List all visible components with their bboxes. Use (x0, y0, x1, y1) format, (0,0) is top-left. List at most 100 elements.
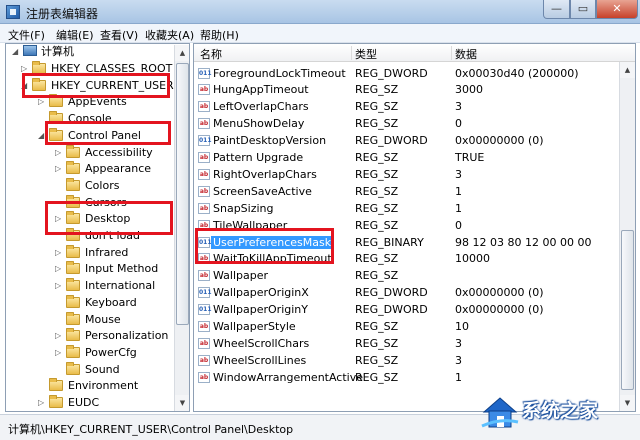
expand-arrow-icon[interactable]: ▷ (55, 327, 61, 344)
tree-item-label: Mouse (85, 312, 121, 326)
menu-edit[interactable]: 编辑(E) (56, 27, 94, 43)
tree-item-label: Sound (85, 362, 120, 376)
menu-file[interactable]: 文件(F) (8, 27, 45, 43)
string-value-icon: ab (198, 84, 210, 96)
tree-item-label: Infrared (85, 245, 129, 259)
value-data: 0x00030d40 (200000) (455, 66, 579, 80)
close-button[interactable]: ✕ (596, 0, 638, 19)
value-name-cell: LeftOverlapChars (213, 98, 309, 115)
tree-item[interactable]: ▷ Input Method (6, 260, 174, 277)
column-header-data[interactable]: 数据 (455, 46, 477, 62)
list-item[interactable]: ab WindowArrangementActive REG_SZ 1 (194, 369, 619, 386)
value-name-cell: WheelScrollChars (213, 335, 309, 352)
list-item[interactable]: ab RightOverlapChars REG_SZ 3 (194, 166, 619, 183)
tree-scroll-thumb[interactable] (176, 63, 189, 325)
string-value-icon: ab (198, 321, 210, 332)
value-name: PaintDesktopVersion (213, 134, 327, 148)
expand-arrow-icon[interactable]: ▷ (38, 394, 44, 411)
expand-arrow-icon[interactable]: ▷ (55, 260, 61, 277)
string-value-icon: ab (198, 152, 210, 163)
column-divider[interactable] (351, 46, 352, 60)
string-value-icon: ab (198, 118, 210, 130)
expand-arrow-icon[interactable]: ▷ (55, 144, 61, 161)
value-type: REG_SZ (355, 320, 399, 333)
menu-favorites[interactable]: 收藏夹(A) (145, 27, 194, 43)
tree-item[interactable]: ▷ Personalization (6, 327, 174, 344)
computer-icon (23, 45, 37, 56)
string-value-icon: ab (198, 185, 210, 197)
status-path: 计算机\HKEY_CURRENT_USER\Control Panel\Desk… (8, 423, 294, 436)
list-item[interactable]: ab WheelScrollLines REG_SZ 3 (194, 352, 619, 369)
tree-item[interactable]: ▷ EUDC (6, 394, 174, 411)
binary-value-icon: 011 (198, 304, 212, 316)
expand-arrow-icon[interactable]: ▷ (55, 344, 61, 361)
list-header: 名称 类型 数据 (194, 44, 635, 62)
expand-arrow-icon[interactable]: ▷ (55, 244, 61, 261)
string-value-icon: ab (198, 168, 210, 180)
menu-view[interactable]: 查看(V) (100, 27, 138, 43)
tree-scrollbar[interactable]: ▲ ▼ (174, 45, 189, 411)
list-item[interactable]: ab HungAppTimeout REG_SZ 3000 (194, 81, 619, 98)
list-item[interactable]: ab ScreenSaveActive REG_SZ 1 (194, 183, 619, 200)
tree-item[interactable]: Keyboard (6, 294, 174, 311)
folder-icon (49, 395, 63, 408)
list-item[interactable]: ab MenuShowDelay REG_SZ 0 (194, 115, 619, 132)
list-item[interactable]: ab Wallpaper REG_SZ (194, 267, 619, 284)
tree-item[interactable]: ▷ PowerCfg (6, 344, 174, 361)
string-value-icon: ab (198, 202, 210, 214)
list-item[interactable]: 011 PaintDesktopVersion REG_DWORD 0x0000000… (194, 132, 619, 149)
list-item[interactable]: 011 ForegroundLockTimeout REG_DWORD 0x00030… (194, 65, 619, 82)
tree-item[interactable]: Colors (6, 177, 174, 194)
value-data: 1 (455, 370, 462, 384)
list-item[interactable]: 011 WallpaperOriginX REG_DWORD 0x00000000 (… (194, 284, 619, 301)
tree-item[interactable]: ▷ Appearance (6, 160, 174, 177)
value-name: LeftOverlapChars (213, 100, 309, 114)
folder-icon (49, 94, 63, 108)
column-header-name[interactable]: 名称 (200, 46, 222, 62)
watermark: 系统之家 (480, 390, 640, 440)
column-header-type[interactable]: 类型 (355, 46, 377, 62)
list-item[interactable]: ab LeftOverlapChars REG_SZ 3 (194, 98, 619, 115)
expand-arrow-icon[interactable]: ▷ (55, 160, 61, 177)
scroll-down-arrow-icon[interactable]: ▼ (175, 395, 189, 411)
list-item[interactable]: ab WallpaperStyle REG_SZ 10 (194, 318, 619, 335)
column-divider[interactable] (451, 46, 452, 60)
tree-item[interactable]: Environment (6, 377, 174, 394)
value-data: 1 (455, 184, 462, 198)
scroll-up-arrow-icon[interactable]: ▲ (175, 45, 189, 61)
tree-item[interactable]: ▷ Accessibility (6, 144, 174, 161)
string-value-icon: ab (198, 354, 210, 366)
folder-icon (49, 378, 63, 392)
list-item[interactable]: 011 WallpaperOriginY REG_DWORD 0x00000000 (… (194, 301, 619, 318)
list-scrollbar[interactable]: ▲ ▼ (619, 62, 635, 411)
collapse-arrow-icon[interactable]: ◢ (12, 44, 18, 60)
tree-item[interactable]: Mouse (6, 311, 174, 328)
tree-item[interactable]: Sound (6, 361, 174, 378)
folder-icon (66, 244, 80, 258)
collapse-arrow-icon[interactable]: ◢ (38, 127, 44, 144)
regedit-app-icon (6, 5, 20, 19)
value-name-cell: SnapSizing (213, 200, 274, 217)
value-type: REG_DWORD (355, 303, 428, 317)
string-value-icon: ab (198, 101, 210, 113)
value-type: REG_SZ (355, 100, 399, 114)
minimize-button[interactable]: — (543, 0, 570, 19)
tree-item[interactable]: ▷ International (6, 277, 174, 294)
folder-icon (66, 294, 80, 308)
value-name: Wallpaper (213, 269, 269, 283)
maximize-button[interactable]: ▭ (570, 0, 596, 19)
value-name-cell: MenuShowDelay (213, 115, 304, 132)
list-item[interactable]: ab SnapSizing REG_SZ 1 (194, 200, 619, 217)
menu-help[interactable]: 帮助(H) (200, 27, 239, 43)
string-value-icon: ab (198, 371, 210, 383)
scroll-up-arrow-icon[interactable]: ▲ (620, 62, 635, 78)
list-scroll-thumb[interactable] (621, 230, 634, 390)
window-title: 注册表编辑器 (26, 7, 99, 21)
list-item[interactable]: ab WheelScrollChars REG_SZ 3 (194, 335, 619, 352)
value-type: REG_SZ (355, 117, 399, 131)
tree-item[interactable]: ▷ Infrared (6, 244, 174, 261)
tree-item-computer[interactable]: ◢ 计算机 (6, 44, 174, 60)
tree-item-label: 计算机 (41, 45, 74, 58)
list-item[interactable]: ab Pattern Upgrade REG_SZ TRUE (194, 149, 619, 166)
expand-arrow-icon[interactable]: ▷ (55, 277, 61, 294)
